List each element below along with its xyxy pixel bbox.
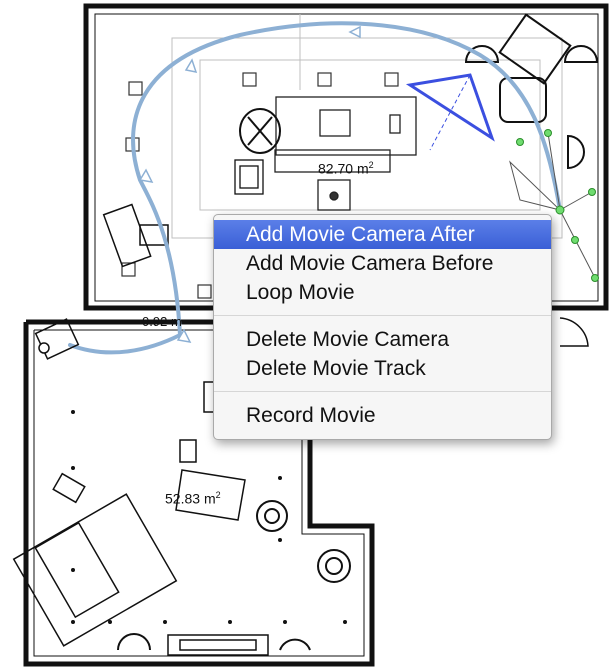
area-unit: m (203, 490, 216, 507)
camera-sightline (429, 74, 471, 151)
round-table (239, 108, 281, 154)
menu-separator (214, 391, 551, 392)
side-table-left (102, 203, 169, 268)
upper-room-area-label: 82.70 m2 (318, 160, 374, 177)
area-unit: m (356, 160, 369, 177)
menu-item-loop-movie[interactable]: Loop Movie (214, 278, 551, 307)
camera-fov (405, 73, 495, 142)
door-width-label: 0.92 m (142, 314, 182, 329)
area-value: 82.70 (318, 160, 354, 177)
menu-separator (214, 315, 551, 316)
area-unit-exp: 2 (368, 160, 374, 170)
movie-track-lower[interactable] (68, 333, 182, 355)
door-width-value: 0.92 (142, 314, 168, 329)
lower-camera (34, 318, 80, 360)
menu-item-add-camera-before[interactable]: Add Movie Camera Before (214, 249, 551, 278)
door-width-unit: m (170, 314, 182, 329)
menu-item-delete-camera[interactable]: Delete Movie Camera (214, 325, 551, 354)
menu-item-record-movie[interactable]: Record Movie (214, 401, 551, 430)
central-furniture (274, 96, 417, 211)
lower-room-area-label: 52.83 m2 (165, 490, 221, 507)
area-unit-exp: 2 (215, 490, 221, 500)
menu-item-add-camera-after[interactable]: Add Movie Camera After (214, 220, 551, 249)
context-menu: Add Movie Camera After Add Movie Camera … (213, 214, 552, 440)
lower-round-seats (117, 500, 351, 651)
menu-item-delete-track[interactable]: Delete Movie Track (214, 354, 551, 383)
lower-room-dots (71, 410, 347, 624)
armchair (234, 159, 264, 195)
area-value: 52.83 (165, 490, 201, 507)
